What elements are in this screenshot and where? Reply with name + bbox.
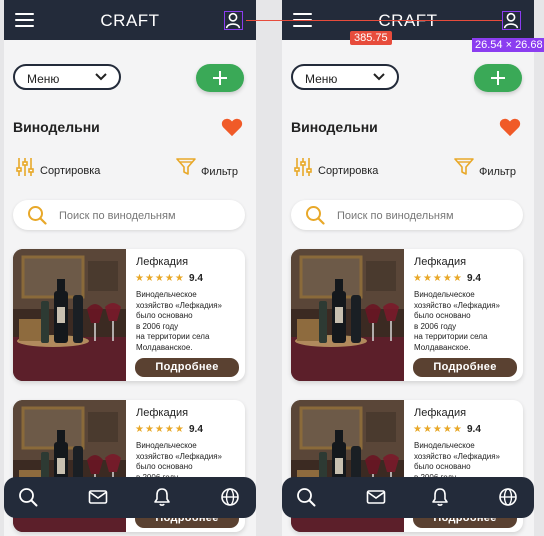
winery-name: Лефкадия (136, 407, 189, 419)
rating-value: 9.4 (189, 424, 203, 435)
description-line: Винодельческое (136, 441, 197, 450)
search-icon[interactable] (18, 487, 38, 507)
description-line: в 2006 году (414, 321, 457, 331)
winery-name: Лефкадия (136, 256, 189, 268)
star-rating-icon: ★★★★★ (413, 273, 463, 284)
section-title: Винодельни (13, 119, 100, 135)
winery-description: Винодельческое хозяйство «Лефкадия» было… (136, 290, 242, 353)
app-title: CRAFT (100, 11, 160, 30)
measure-size-label: 26.54 × 26.68 (472, 38, 544, 52)
star-rating-icon: ★★★★★ (135, 273, 185, 284)
sliders-icon (294, 158, 312, 176)
bottom-nav (282, 477, 534, 518)
menu-dropdown[interactable]: Меню (291, 64, 399, 90)
description-line: на территории села (136, 332, 210, 341)
mail-icon[interactable] (88, 487, 108, 507)
phone-screen-left: CRAFT Меню Винодельни Сортировка Фильтр (4, 0, 256, 536)
search-input[interactable]: Поиск по винодельням (291, 200, 523, 230)
description-line: хозяйство «Лефкадия» (414, 451, 501, 461)
search-placeholder: Поиск по винодельням (337, 210, 454, 222)
funnel-icon (176, 158, 196, 175)
search-icon (28, 206, 47, 225)
bell-icon[interactable] (152, 487, 172, 507)
description-line: Винодельческое (414, 441, 475, 450)
sort-label: Сортировка (40, 165, 101, 177)
search-icon (306, 206, 325, 225)
rating-value: 9.4 (467, 424, 481, 435)
star-rating-icon: ★★★★★ (135, 424, 185, 435)
winery-name: Лефкадия (414, 407, 467, 419)
menu-dropdown-label: Меню (305, 72, 338, 86)
app-title: CRAFT (378, 11, 438, 30)
filter-button[interactable]: Фильтр (454, 157, 524, 179)
funnel-icon (454, 158, 474, 175)
section-title: Винодельни (291, 119, 378, 135)
search-placeholder: Поиск по винодельням (59, 210, 176, 222)
winery-photo (13, 249, 126, 381)
description-line: было основано (414, 462, 471, 471)
measure-line (246, 20, 502, 21)
sliders-icon (16, 158, 34, 176)
description-line: в 2006 году (136, 321, 179, 331)
filter-label: Фильтр (201, 166, 238, 178)
measure-highlight-right (502, 11, 521, 30)
filter-label: Фильтр (479, 166, 516, 178)
details-button[interactable]: Подробнее (413, 358, 517, 377)
details-button[interactable]: Подробнее (135, 358, 239, 377)
description-line: хозяйство «Лефкадия» (136, 451, 223, 461)
measure-highlight-left (224, 11, 243, 30)
winery-card[interactable]: Лефкадия ★★★★★ 9.4 Винодельческое хозяйс… (291, 249, 523, 381)
description-line: хозяйство «Лефкадия» (136, 300, 223, 310)
description-line: было основано (414, 311, 471, 320)
description-line: было основано (136, 311, 193, 320)
winery-photo (291, 249, 404, 381)
description-line: на территории села (414, 332, 488, 341)
mail-icon[interactable] (366, 487, 386, 507)
description-line: было основано (136, 462, 193, 471)
heart-icon[interactable] (499, 117, 521, 137)
globe-icon[interactable] (498, 487, 518, 507)
winery-description: Винодельческое хозяйство «Лефкадия» было… (414, 290, 520, 353)
description-line: Винодельческое (414, 290, 475, 299)
rating-value: 9.4 (189, 273, 203, 284)
add-button[interactable] (474, 64, 522, 92)
top-bar: CRAFT (4, 0, 256, 40)
star-rating-icon: ★★★★★ (413, 424, 463, 435)
heart-icon[interactable] (221, 117, 243, 137)
description-line: Молдаванское. (136, 342, 193, 352)
bell-icon[interactable] (430, 487, 450, 507)
winery-name: Лефкадия (414, 256, 467, 268)
description-line: Винодельческое (136, 290, 197, 299)
menu-dropdown-label: Меню (27, 72, 60, 86)
winery-card[interactable]: Лефкадия ★★★★★ 9.4 Винодельческое хозяйс… (13, 249, 245, 381)
phone-screen-right: CRAFT Меню Винодельни Сортировка Фильтр (282, 0, 534, 536)
description-line: хозяйство «Лефкадия» (414, 300, 501, 310)
sort-label: Сортировка (318, 165, 379, 177)
rating-value: 9.4 (467, 273, 481, 284)
filter-button[interactable]: Фильтр (176, 157, 246, 179)
globe-icon[interactable] (220, 487, 240, 507)
measure-distance-label: 385.75 (350, 31, 392, 45)
search-input[interactable]: Поиск по винодельням (13, 200, 245, 230)
bottom-nav (4, 477, 256, 518)
menu-dropdown[interactable]: Меню (13, 64, 121, 90)
description-line: Молдаванское. (414, 342, 471, 352)
chevron-down-icon (373, 73, 385, 81)
add-button[interactable] (196, 64, 244, 92)
search-icon[interactable] (296, 487, 316, 507)
chevron-down-icon (95, 73, 107, 81)
